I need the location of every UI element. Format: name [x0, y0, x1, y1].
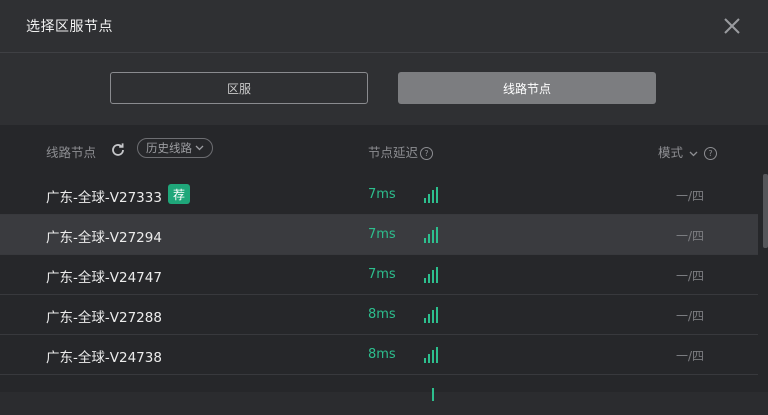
- node-latency: 7ms: [368, 227, 396, 242]
- node-mode: 一/四: [676, 349, 705, 363]
- signal-icon: [424, 307, 438, 323]
- node-row[interactable]: 广东-全球-V27294 7ms 一/四: [0, 215, 758, 255]
- signal-icon: [424, 187, 438, 203]
- history-routes-dropdown[interactable]: 历史线路: [137, 138, 213, 158]
- node-name: 广东-全球-V27333: [46, 190, 162, 206]
- tab-route-nodes[interactable]: 线路节点: [398, 72, 656, 104]
- node-row[interactable]: 广东-全球-V27333 荐 7ms 一/四: [0, 175, 758, 215]
- column-latency-label: 节点延迟: [368, 145, 419, 160]
- tab-route-nodes-label: 线路节点: [502, 81, 551, 96]
- node-latency: 7ms: [368, 187, 396, 202]
- node-row[interactable]: 广东-全球-V24747 7ms 一/四: [0, 255, 758, 295]
- history-routes-label: 历史线路: [146, 141, 192, 155]
- tab-region[interactable]: 区服: [110, 72, 368, 104]
- column-mode-header[interactable]: 模式 ?: [658, 142, 717, 161]
- node-latency: 7ms: [368, 267, 396, 282]
- column-mode-label: 模式: [658, 145, 684, 160]
- node-row[interactable]: 广东-全球-V27288 8ms 一/四: [0, 295, 758, 335]
- node-mode: 一/四: [676, 189, 705, 203]
- node-list: 线路节点 历史线路 节点延迟? 模式 ? 广东-全球-V27333 荐 7ms: [0, 125, 768, 401]
- signal-icon: [424, 227, 438, 243]
- node-mode: 一/四: [676, 309, 705, 323]
- tab-region-label: 区服: [226, 81, 251, 96]
- close-icon[interactable]: [718, 12, 746, 40]
- node-latency: 8ms: [368, 307, 396, 322]
- signal-icon: [424, 267, 438, 283]
- node-row-partial[interactable]: [0, 375, 758, 415]
- node-latency: 8ms: [368, 347, 396, 362]
- column-node-header: 线路节点: [46, 145, 97, 160]
- node-name: 广东-全球-V24738: [46, 350, 162, 366]
- scrollbar[interactable]: [763, 174, 768, 248]
- help-icon[interactable]: ?: [420, 147, 434, 160]
- recommended-badge: 荐: [168, 184, 190, 204]
- chevron-down-icon: [195, 145, 204, 151]
- node-name: 广东-全球-V27294: [46, 230, 162, 246]
- help-icon[interactable]: ?: [703, 147, 717, 160]
- node-mode: 一/四: [676, 229, 705, 243]
- dialog-title: 选择区服节点: [26, 19, 113, 35]
- node-row[interactable]: 广东-全球-V24738 8ms 一/四: [0, 335, 758, 375]
- node-mode: 一/四: [676, 269, 705, 283]
- signal-icon: [432, 388, 434, 401]
- tab-bar: 区服 线路节点: [0, 53, 768, 125]
- refresh-icon[interactable]: [109, 141, 127, 159]
- signal-icon: [424, 347, 438, 363]
- node-name: 广东-全球-V24747: [46, 270, 162, 286]
- node-name: 广东-全球-V27288: [46, 310, 162, 326]
- list-header: 线路节点 历史线路 节点延迟? 模式 ?: [0, 135, 768, 165]
- chevron-down-icon: [689, 151, 698, 157]
- dialog-header: 选择区服节点: [0, 0, 768, 53]
- column-latency-header: 节点延迟?: [368, 142, 434, 161]
